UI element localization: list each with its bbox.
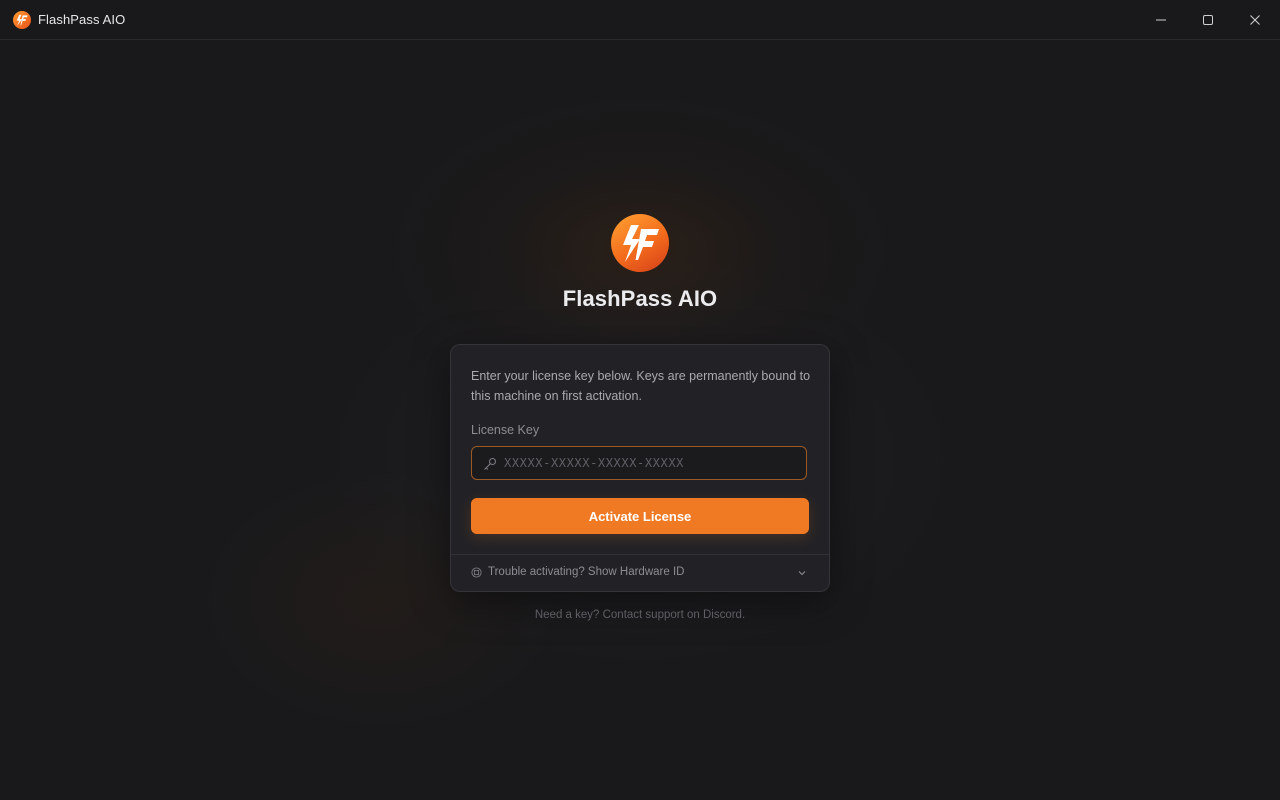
chevron-down-icon <box>798 571 806 576</box>
app-logo-icon <box>13 11 31 29</box>
license-key-field[interactable] <box>471 446 807 480</box>
minimize-button[interactable] <box>1138 0 1184 39</box>
license-description: Enter your license key below. Keys are p… <box>471 369 811 403</box>
maximize-icon <box>1203 14 1213 25</box>
window-title: FlashPass AIO <box>38 12 126 27</box>
support-note: Need a key? Contact support on Discord. <box>534 609 746 621</box>
license-card: Enter your license key below. Keys are p… <box>450 344 830 592</box>
brand-name: FlashPass AIO <box>562 286 718 311</box>
close-icon <box>1250 14 1260 25</box>
maximize-button[interactable] <box>1185 0 1231 39</box>
app-window: FlashPass AIO FlashPass AIO Enter your l… <box>0 0 1280 800</box>
license-key-label: License Key <box>471 423 540 437</box>
activate-license-button[interactable]: Activate License <box>471 498 809 534</box>
minimize-icon <box>1156 19 1166 20</box>
chip-icon <box>471 567 482 578</box>
flash-logo-icon <box>611 214 669 272</box>
title-bar[interactable]: FlashPass AIO <box>0 0 1280 40</box>
key-icon <box>484 457 497 470</box>
hardware-id-toggle[interactable]: Trouble activating? Show Hardware ID <box>451 555 829 591</box>
license-key-input[interactable] <box>504 447 800 479</box>
close-button[interactable] <box>1232 0 1278 39</box>
hardware-id-toggle-label: Trouble activating? Show Hardware ID <box>488 566 685 578</box>
